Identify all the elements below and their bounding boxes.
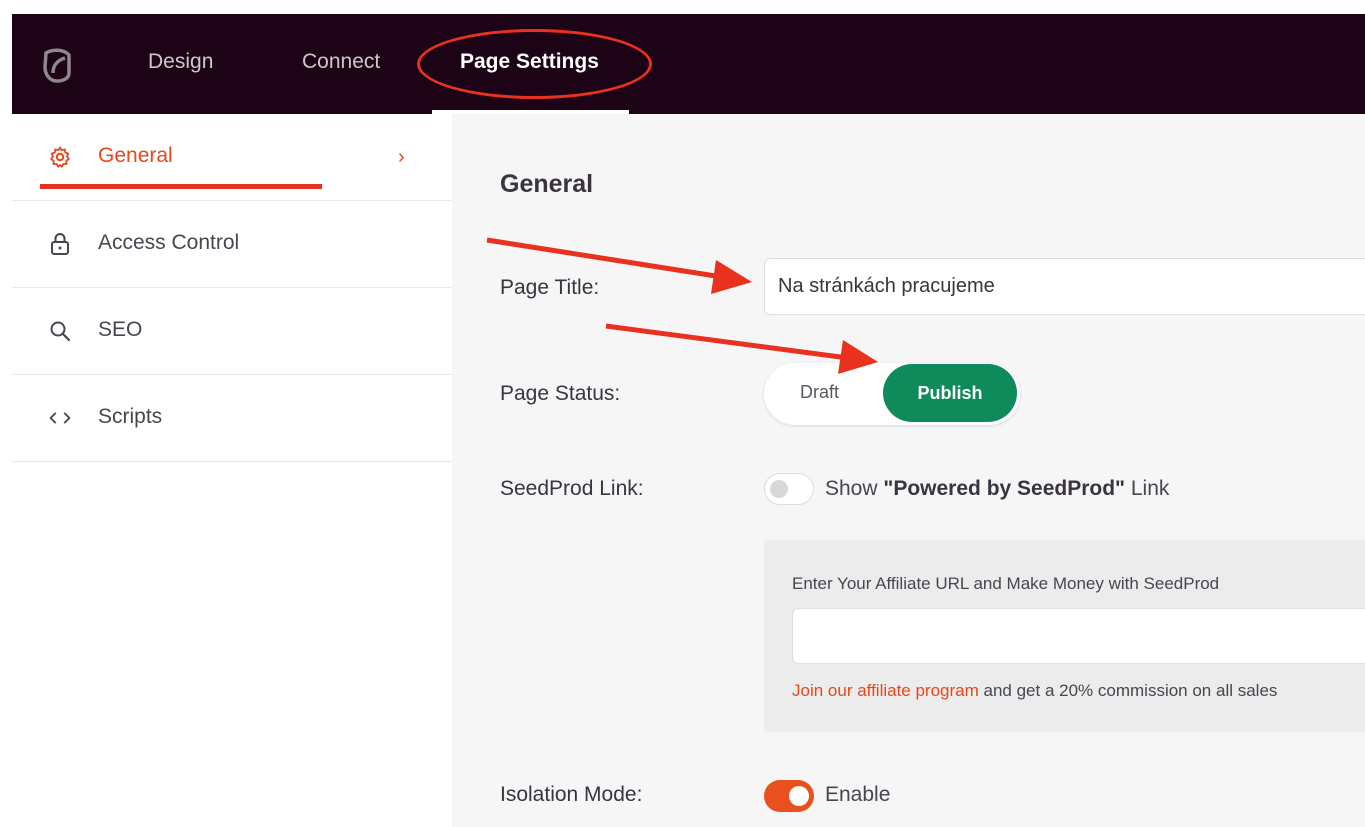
code-icon <box>48 375 72 461</box>
sidebar-item-label: General <box>98 144 173 167</box>
lock-icon <box>48 201 72 287</box>
publish-option[interactable]: Publish <box>883 364 1017 422</box>
seedprod-logo-icon[interactable] <box>42 47 72 83</box>
top-nav-bar: Design Connect Page Settings <box>12 14 1365 114</box>
affiliate-label: Enter Your Affiliate URL and Make Money … <box>792 574 1220 593</box>
isolation-mode-label: Isolation Mode: <box>500 783 643 806</box>
affiliate-note-text: and get a 20% commission on all sales <box>978 681 1278 700</box>
sidebar-item-label: Scripts <box>98 405 163 428</box>
isolation-mode-toggle[interactable] <box>764 780 814 812</box>
affiliate-program-link[interactable]: Join our affiliate program <box>792 681 979 700</box>
sidebar-item-scripts[interactable]: Scripts <box>12 375 452 462</box>
affiliate-box: Enter Your Affiliate URL and Make Money … <box>764 540 1365 732</box>
sidebar-item-label: Access Control <box>98 231 240 254</box>
settings-sidebar: General › Access Control SEO Scripts <box>12 114 452 827</box>
seedprod-link-label: SeedProd Link: <box>500 477 644 500</box>
toggle-knob <box>789 786 809 806</box>
draft-option[interactable]: Draft <box>800 382 839 403</box>
seedprod-link-toggle[interactable] <box>764 473 814 505</box>
sidebar-item-seo[interactable]: SEO <box>12 288 452 375</box>
annotation-oval <box>417 29 652 99</box>
chevron-right-icon: › <box>398 146 405 168</box>
seedprod-link-bold: "Powered by SeedProd" <box>883 477 1126 500</box>
section-heading: General <box>500 170 594 198</box>
affiliate-note: Join our affiliate program and get a 20%… <box>792 681 1277 701</box>
page-status-toggle: Draft Publish <box>764 363 1020 425</box>
affiliate-url-input[interactable] <box>792 608 1365 664</box>
sidebar-item-general[interactable]: General › <box>12 114 452 201</box>
page-title-input[interactable]: Na stránkách pracujeme <box>764 258 1365 315</box>
seedprod-link-text: Show "Powered by SeedProd" Link <box>825 477 1169 501</box>
isolation-mode-toggle-label: Enable <box>825 783 891 806</box>
tab-connect[interactable]: Connect <box>302 50 380 80</box>
seedprod-link-prefix: Show <box>825 477 884 500</box>
page-status-label: Page Status: <box>500 382 621 405</box>
annotation-underline <box>40 184 322 189</box>
page-title-label: Page Title: <box>500 276 600 299</box>
search-icon <box>48 288 72 374</box>
sidebar-item-access-control[interactable]: Access Control <box>12 201 452 288</box>
toggle-knob <box>770 480 788 498</box>
seedprod-link-suffix: Link <box>1125 477 1170 500</box>
sidebar-item-label: SEO <box>98 318 143 341</box>
tab-design[interactable]: Design <box>148 50 213 80</box>
